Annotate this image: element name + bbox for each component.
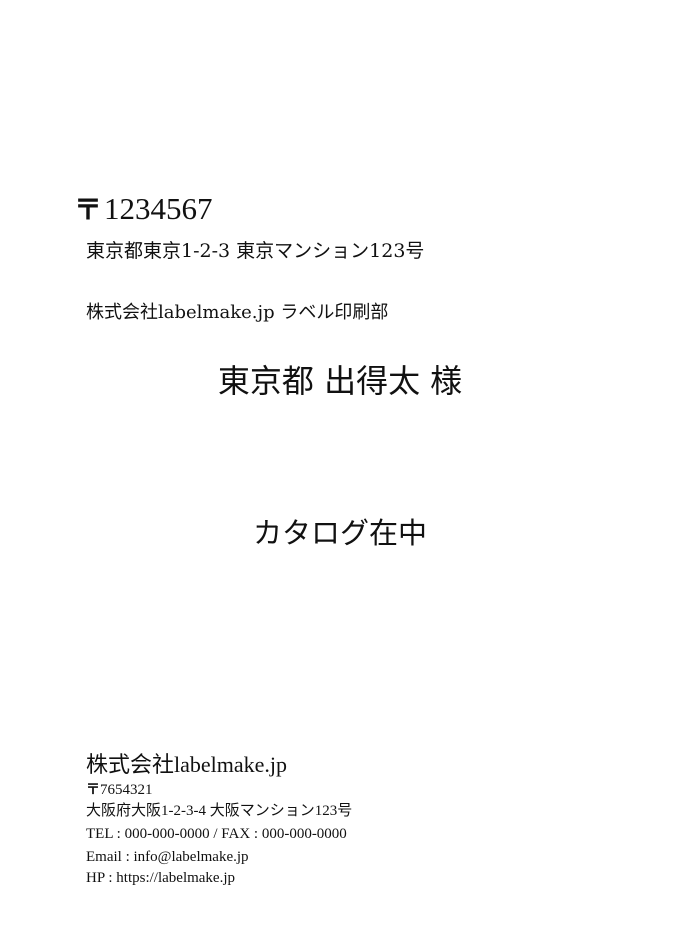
sender-homepage: HP : https://labelmake.jp (86, 870, 236, 886)
recipient-postal-code: 〒1234567 (74, 190, 213, 229)
recipient-company: 株式会社labelmake.jp ラベル印刷部 (86, 302, 389, 323)
sender-postal-number: 7654321 (100, 782, 153, 798)
recipient-honorific: 様 (430, 362, 463, 400)
sender-company: 株式会社labelmake.jp (86, 752, 288, 777)
sender-postal-code: 〒7654321 (86, 780, 352, 801)
recipient-postal-number: 1234567 (104, 191, 213, 226)
postal-mark-icon: 〒 (86, 782, 100, 798)
recipient-name: 東京都 出得太 (217, 362, 421, 400)
sender-block: 株式会社labelmake.jp 〒7654321 大阪府大阪1-2-3-4 大… (86, 750, 352, 889)
mailing-label: 〒1234567 東京都東京1-2-3 東京マンション123号 株式会社labe… (0, 0, 680, 941)
enclosure-notice: カタログ在中 (252, 516, 427, 550)
recipient-name-line: 東京都 出得太様 (0, 360, 680, 402)
postal-mark-icon: 〒 (74, 193, 103, 226)
recipient-address: 東京都東京1-2-3 東京マンション123号 (86, 240, 425, 262)
sender-email: Email : info@labelmake.jp (86, 849, 249, 865)
sender-address: 大阪府大阪1-2-3-4 大阪マンション123号 (86, 803, 353, 819)
sender-tel-fax: TEL : 000-000-0000 / FAX : 000-000-0000 (86, 826, 347, 842)
